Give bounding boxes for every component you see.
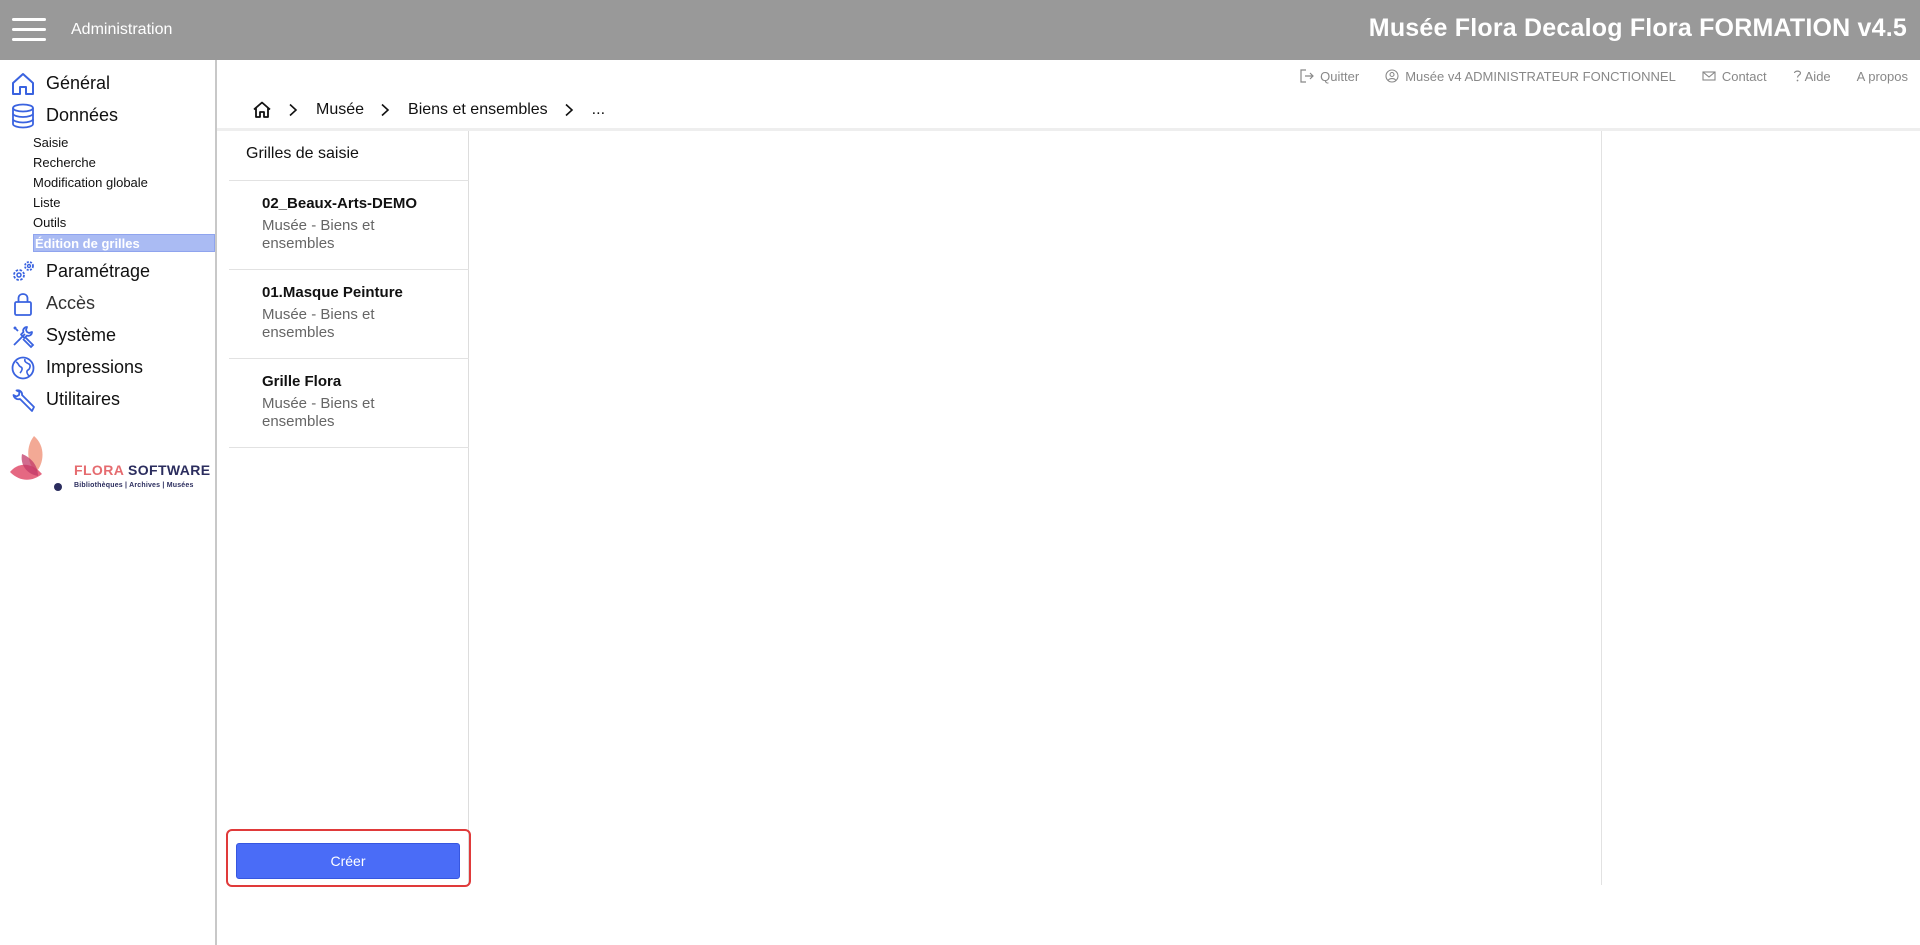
panel-title: Grilles de saisie <box>246 145 359 162</box>
globe-icon <box>11 356 35 380</box>
grid-context: Musée - Biens et ensembles <box>262 395 375 430</box>
subitem-edition-de-grilles[interactable]: Édition de grilles <box>33 234 215 252</box>
chevron-right-icon <box>565 103 573 117</box>
top-bar: Administration Musée Flora Decalog Flora… <box>0 0 1920 60</box>
sidebar-item-impressions[interactable]: Impressions <box>0 352 215 382</box>
lock-icon <box>14 293 32 316</box>
top-links: Quitter Musée v4 ADMINISTRATEUR FONCTION… <box>1274 68 1908 84</box>
about-link[interactable]: A propos <box>1857 68 1908 84</box>
grid-name: Grille Flora <box>262 373 342 390</box>
grid-list-item[interactable]: Grille Flora Musée - Biens et ensembles <box>229 359 469 448</box>
grid-context: Musée - Biens et ensembles <box>262 217 375 252</box>
breadcrumb: Musée Biens et ensembles ... <box>252 98 605 122</box>
logo-tagline: Bibliothèques | Archives | Musées <box>74 482 194 489</box>
envelope-icon <box>1702 71 1716 81</box>
sidebar-item-label: Utilitaires <box>46 389 121 409</box>
grids-panel: Grilles de saisie 02_Beaux-Arts-DEMO Mus… <box>229 131 469 886</box>
sidebar: Général Données Saisie Recherche Modific… <box>0 60 217 945</box>
sidebar-item-label: Accès <box>46 293 96 313</box>
sidebar-item-label: Impressions <box>46 357 144 377</box>
sidebar-item-donnees[interactable]: Données <box>0 100 215 130</box>
sidebar-item-label: Système <box>46 325 117 345</box>
question-icon <box>1793 70 1801 82</box>
sidebar-item-utilitaires[interactable]: Utilitaires <box>0 384 215 414</box>
subitem-saisie[interactable]: Saisie <box>33 134 68 152</box>
grid-list-item[interactable]: 02_Beaux-Arts-DEMO Musée - Biens et ense… <box>229 181 469 270</box>
content-divider <box>1601 131 1602 885</box>
user-link[interactable]: Musée v4 ADMINISTRATEUR FONCTIONNEL <box>1385 68 1676 84</box>
sidebar-item-systeme[interactable]: Système <box>0 320 215 350</box>
grid-list-item[interactable]: 01.Masque Peinture Musée - Biens et ense… <box>229 270 469 359</box>
wrench-icon <box>12 389 35 412</box>
sidebar-item-label: Général <box>46 73 111 93</box>
subitem-outils[interactable]: Outils <box>33 214 66 232</box>
hamburger-menu-icon[interactable] <box>12 18 46 42</box>
contact-link[interactable]: Contact <box>1702 68 1767 84</box>
logo-brand: FLORA SOFTWARE <box>74 462 211 478</box>
sidebar-item-label: Données <box>46 105 119 125</box>
chevron-right-icon <box>381 103 390 117</box>
grid-context: Musée - Biens et ensembles <box>262 306 375 341</box>
quit-link[interactable]: Quitter <box>1300 68 1359 84</box>
gears-icon <box>13 261 34 281</box>
subitem-recherche[interactable]: Recherche <box>33 154 96 172</box>
logout-icon <box>1300 69 1315 83</box>
chevron-right-icon <box>289 103 298 117</box>
breadcrumb-ellipsis[interactable]: ... <box>592 101 605 119</box>
database-icon <box>12 103 34 129</box>
grid-name: 01.Masque Peinture <box>262 284 403 301</box>
help-link[interactable]: Aide <box>1793 68 1831 84</box>
sidebar-item-general[interactable]: Général <box>0 68 215 98</box>
create-button-highlight: Créer <box>226 829 471 887</box>
breadcrumb-home-icon[interactable] <box>252 100 272 120</box>
section-title: Administration <box>71 21 173 38</box>
tools-icon <box>13 326 35 349</box>
subitem-modification-globale[interactable]: Modification globale <box>33 174 148 192</box>
breadcrumb-musee[interactable]: Musée <box>316 101 364 119</box>
subitem-liste[interactable]: Liste <box>33 194 60 212</box>
create-button[interactable]: Créer <box>236 843 460 879</box>
grid-name: 02_Beaux-Arts-DEMO <box>262 195 418 212</box>
sidebar-item-acces[interactable]: Accès <box>0 288 215 318</box>
sidebar-item-parametrage[interactable]: Paramétrage <box>0 256 215 286</box>
home-icon <box>12 73 34 95</box>
user-circle-icon <box>1385 69 1399 83</box>
breadcrumb-biens-et-ensembles[interactable]: Biens et ensembles <box>408 101 548 119</box>
sidebar-item-label: Paramétrage <box>46 261 151 281</box>
app-title: Musée Flora Decalog Flora FORMATION v4.5 <box>1368 14 1907 42</box>
header-divider <box>217 128 1920 131</box>
